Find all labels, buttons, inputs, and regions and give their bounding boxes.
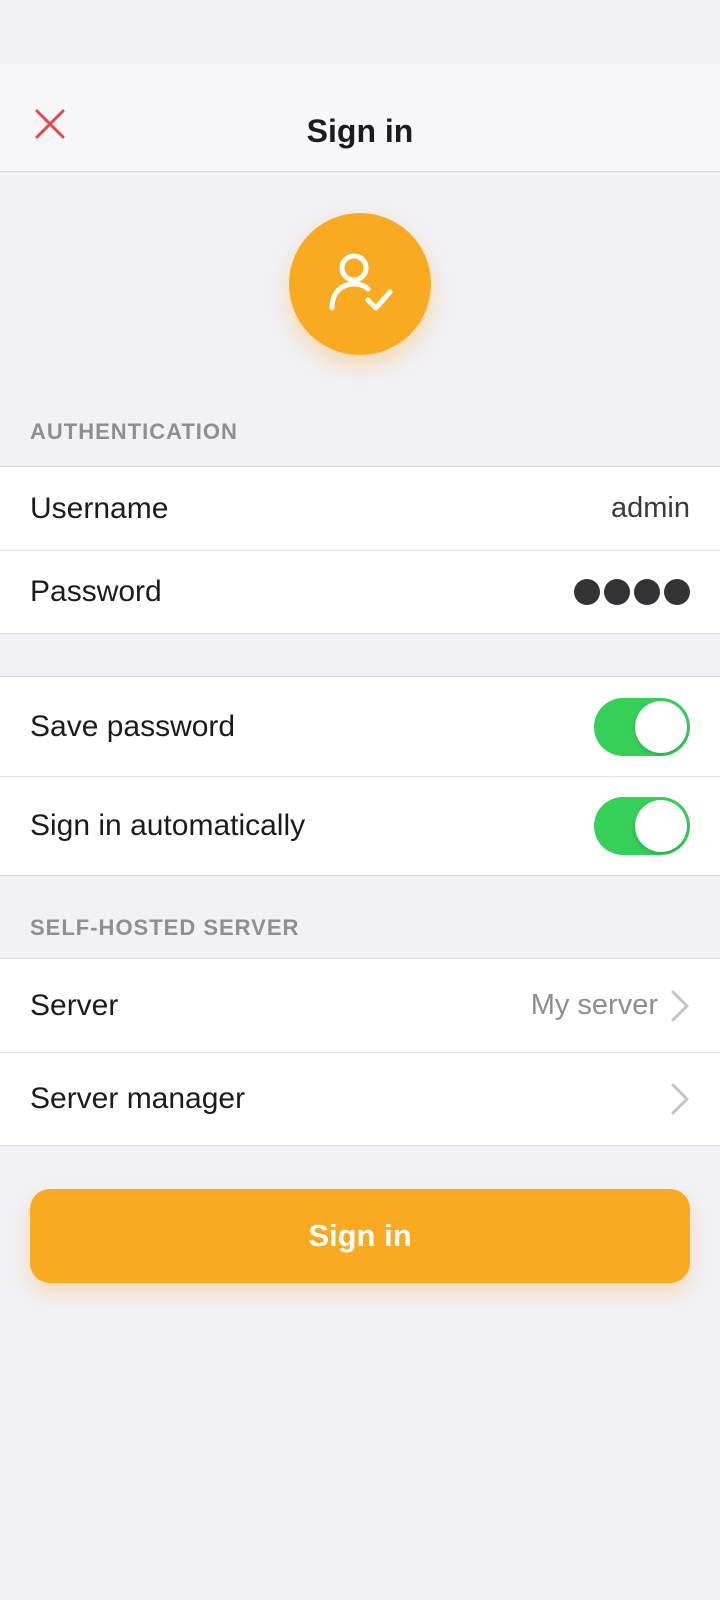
- toggle-knob: [635, 700, 687, 753]
- server-manager-row[interactable]: Server manager: [0, 1052, 720, 1145]
- password-dot: [634, 578, 660, 605]
- sign-in-automatically-toggle[interactable]: [594, 796, 690, 855]
- authentication-header: AUTHENTICATION: [30, 419, 238, 444]
- username-value[interactable]: admin: [611, 492, 690, 525]
- sign-in-button[interactable]: Sign in: [30, 1189, 690, 1283]
- options-group: Save password Sign in automatically: [0, 676, 720, 876]
- status-bar: [0, 0, 720, 64]
- user-check-icon: [329, 253, 393, 311]
- chevron-right-icon: [670, 1082, 690, 1116]
- navigation-bar: Sign in: [0, 64, 720, 172]
- password-label: Password: [30, 574, 162, 608]
- page-title: Sign in: [306, 113, 414, 149]
- save-password-row: Save password: [0, 677, 720, 776]
- save-password-toggle[interactable]: [594, 697, 690, 756]
- password-dot: [574, 578, 600, 605]
- chevron-right-icon: [670, 989, 690, 1023]
- self-hosted-server-group: Server My server Server manager: [0, 958, 720, 1146]
- save-password-label: Save password: [30, 709, 236, 743]
- sign-in-automatically-row: Sign in automatically: [0, 776, 720, 875]
- password-row[interactable]: Password: [0, 550, 720, 633]
- password-field[interactable]: [574, 578, 690, 605]
- server-row[interactable]: Server My server: [0, 959, 720, 1052]
- username-row[interactable]: Username admin: [0, 467, 720, 550]
- username-label: Username: [30, 491, 169, 525]
- sign-in-automatically-label: Sign in automatically: [30, 808, 306, 842]
- server-manager-label: Server manager: [30, 1081, 246, 1115]
- server-label: Server: [30, 988, 119, 1022]
- self-hosted-server-header: SELF-HOSTED SERVER: [30, 915, 300, 940]
- avatar-section: [0, 172, 720, 406]
- avatar: [289, 213, 431, 355]
- server-value: My server: [530, 989, 658, 1021]
- password-dot: [604, 578, 630, 605]
- authentication-group: Username admin Password: [0, 466, 720, 634]
- toggle-knob: [635, 799, 687, 852]
- password-dot: [664, 578, 690, 605]
